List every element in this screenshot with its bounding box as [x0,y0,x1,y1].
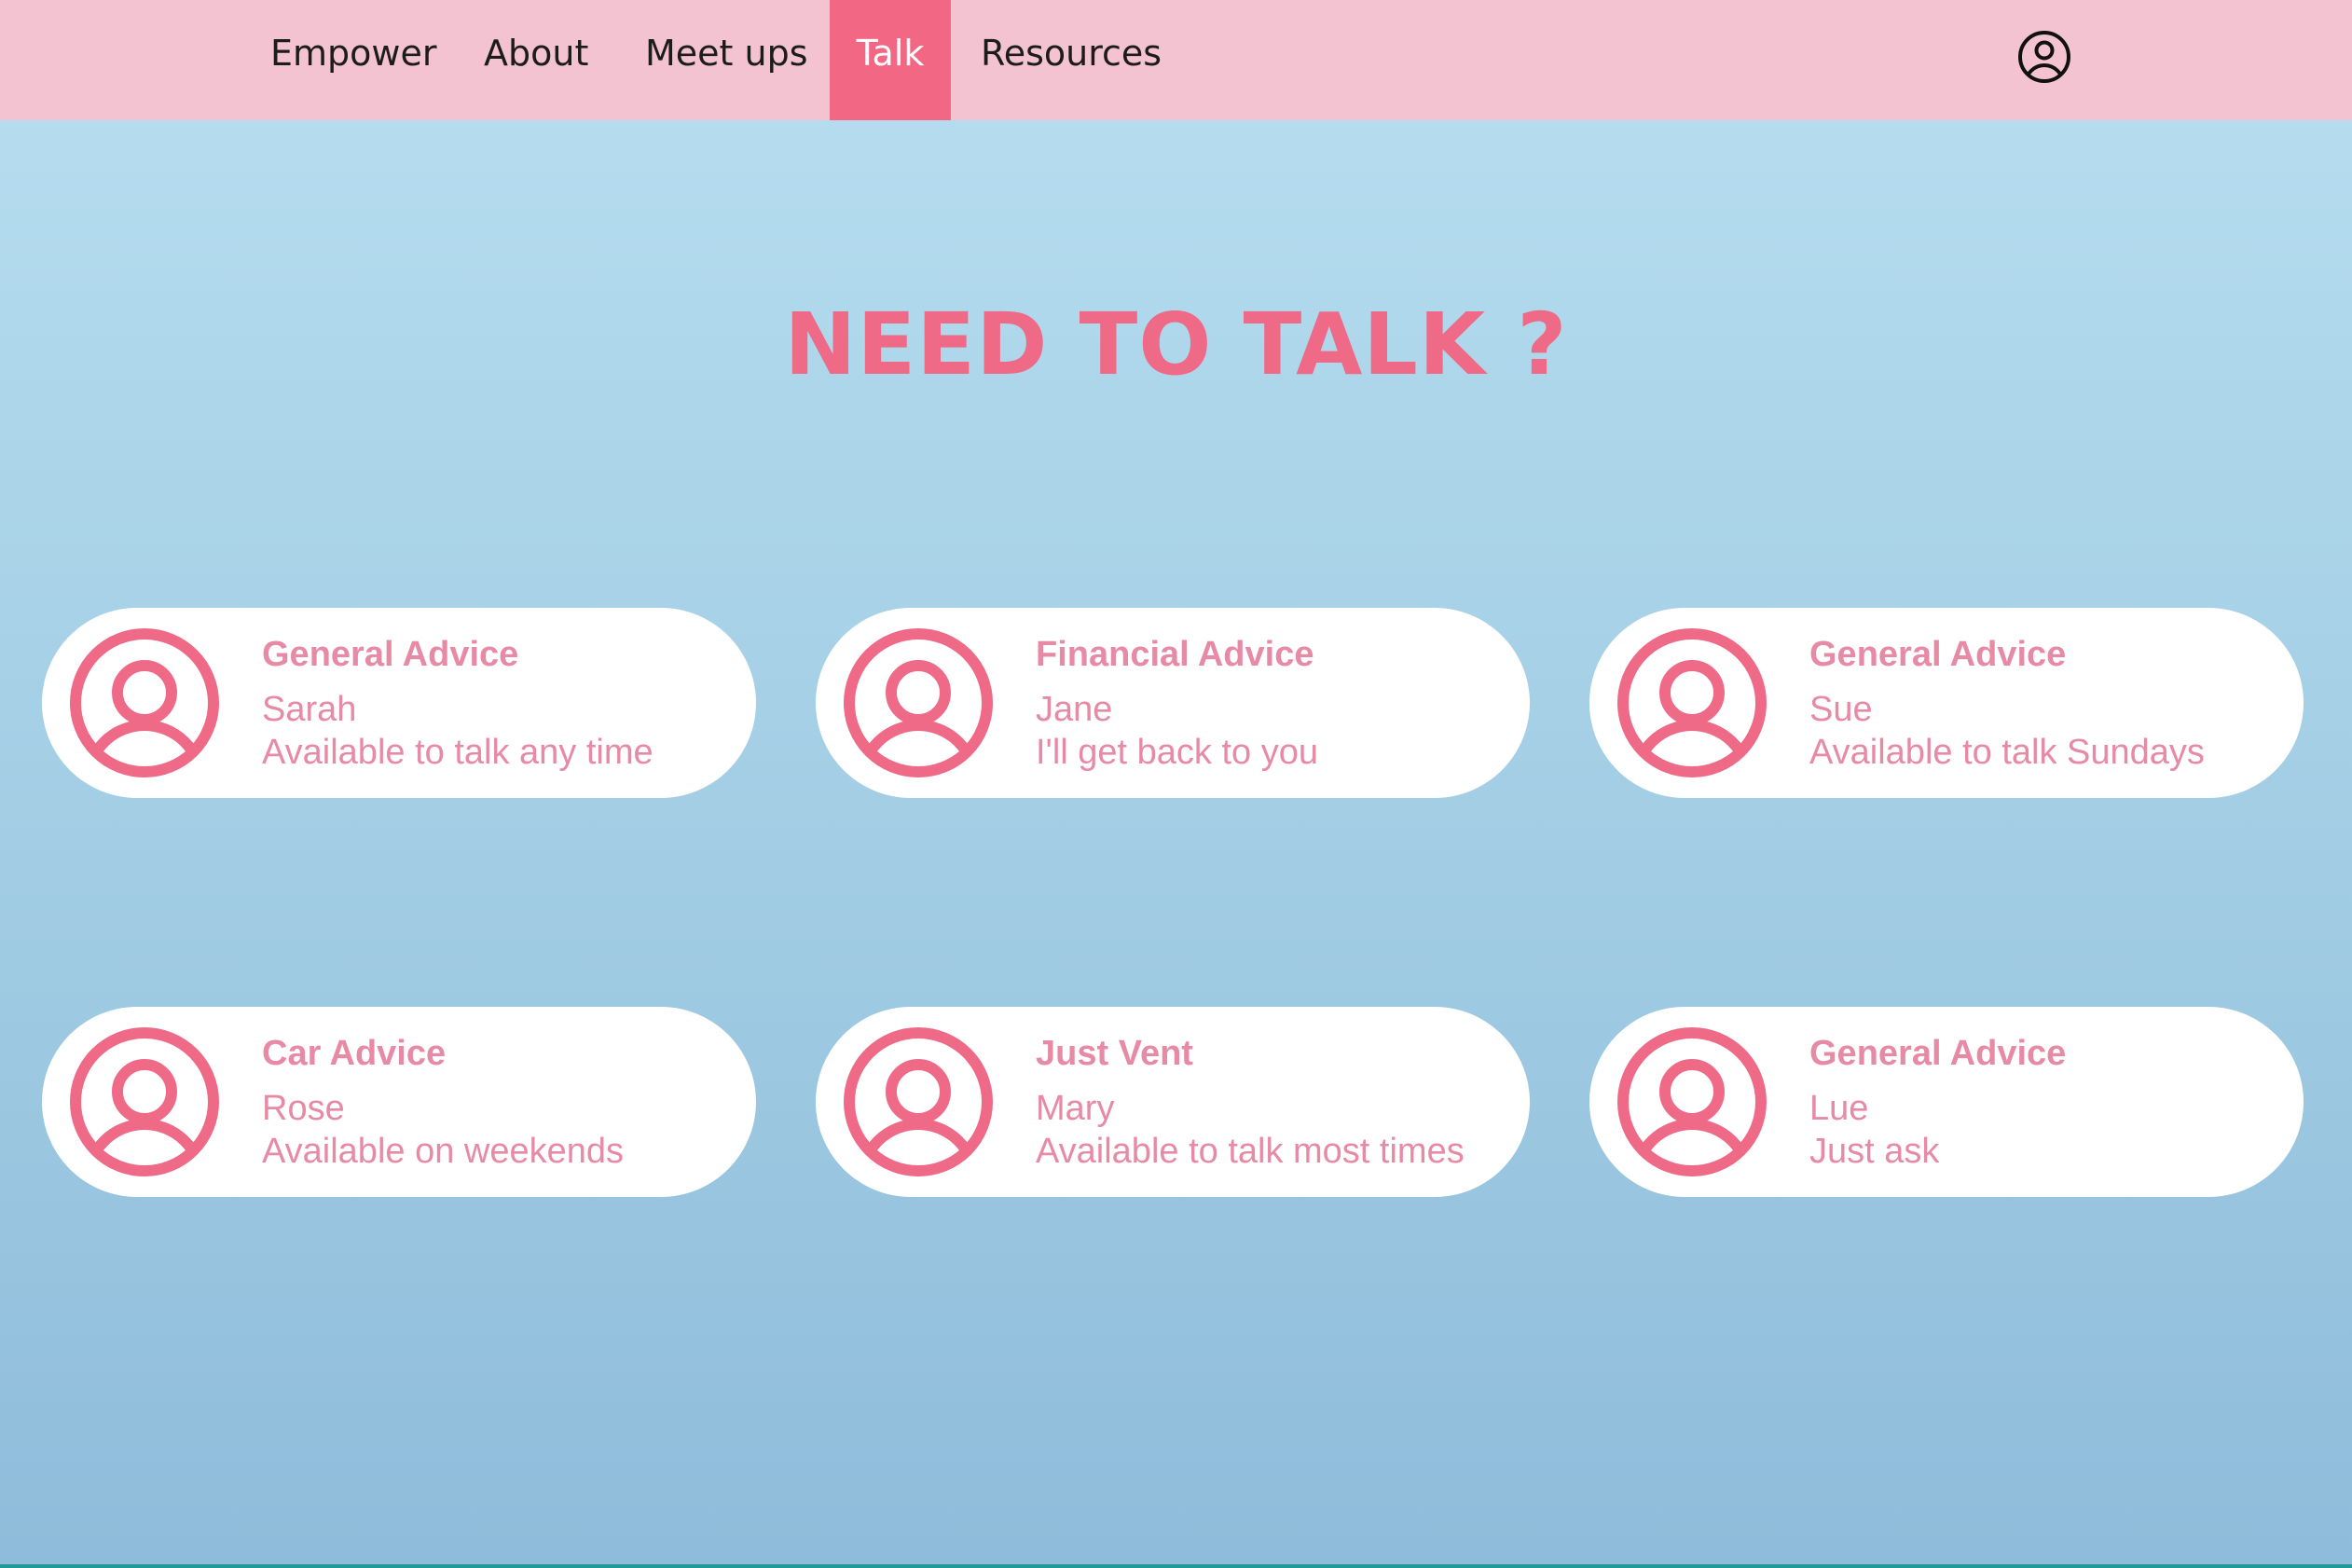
card-availability: Available to talk Sundays [1809,733,2205,772]
user-avatar-icon [70,628,219,777]
card-category: General Advice [1809,635,2067,674]
top-navbar: Empower About Meet ups Talk Resources [0,0,2352,120]
user-avatar-icon [1617,628,1767,777]
page-title: NEED TO TALK ? [784,295,1568,394]
card-category: General Advice [262,635,519,674]
nav-item-resources[interactable]: Resources [951,0,1191,120]
card-advisor-name: Jane [1036,690,1113,729]
card-category: Financial Advice [1036,635,1314,674]
card-availability: I'll get back to you [1036,733,1318,772]
card-availability: Available to talk any time [262,733,653,772]
user-avatar-icon [70,1027,219,1176]
advisor-card[interactable]: Just Vent Mary Available to talk most ti… [816,1007,1530,1197]
advisor-card[interactable]: General Advice Lue Just ask [1589,1007,2304,1197]
card-category: Car Advice [262,1034,447,1073]
nav-item-about[interactable]: About [454,0,618,120]
user-circle-icon[interactable] [2016,29,2072,85]
nav-item-talk[interactable]: Talk [830,0,951,120]
card-advisor-name: Rose [262,1089,345,1128]
card-category: General Advice [1809,1034,2067,1073]
advisor-card[interactable]: Car Advice Rose Available on weekends [42,1007,756,1197]
card-advisor-name: Lue [1809,1089,1869,1128]
advisor-card[interactable]: Financial Advice Jane I'll get back to y… [816,608,1530,798]
card-availability: Available to talk most times [1036,1132,1465,1171]
nav-item-meet-ups[interactable]: Meet ups [615,0,838,120]
user-avatar-icon [1617,1027,1767,1176]
card-availability: Available on weekends [262,1132,625,1171]
card-advisor-name: Mary [1036,1089,1115,1128]
nav-item-empower[interactable]: Empower [241,0,466,120]
card-availability: Just ask [1809,1132,1940,1171]
page-bottom-border [0,1564,2352,1568]
card-category: Just Vent [1036,1034,1193,1073]
advisor-card[interactable]: General Advice Sarah Available to talk a… [42,608,756,798]
card-advisor-name: Sarah [262,690,357,729]
user-avatar-icon [844,628,993,777]
user-avatar-icon [844,1027,993,1176]
card-advisor-name: Sue [1809,690,1873,729]
advisor-card[interactable]: General Advice Sue Available to talk Sun… [1589,608,2304,798]
